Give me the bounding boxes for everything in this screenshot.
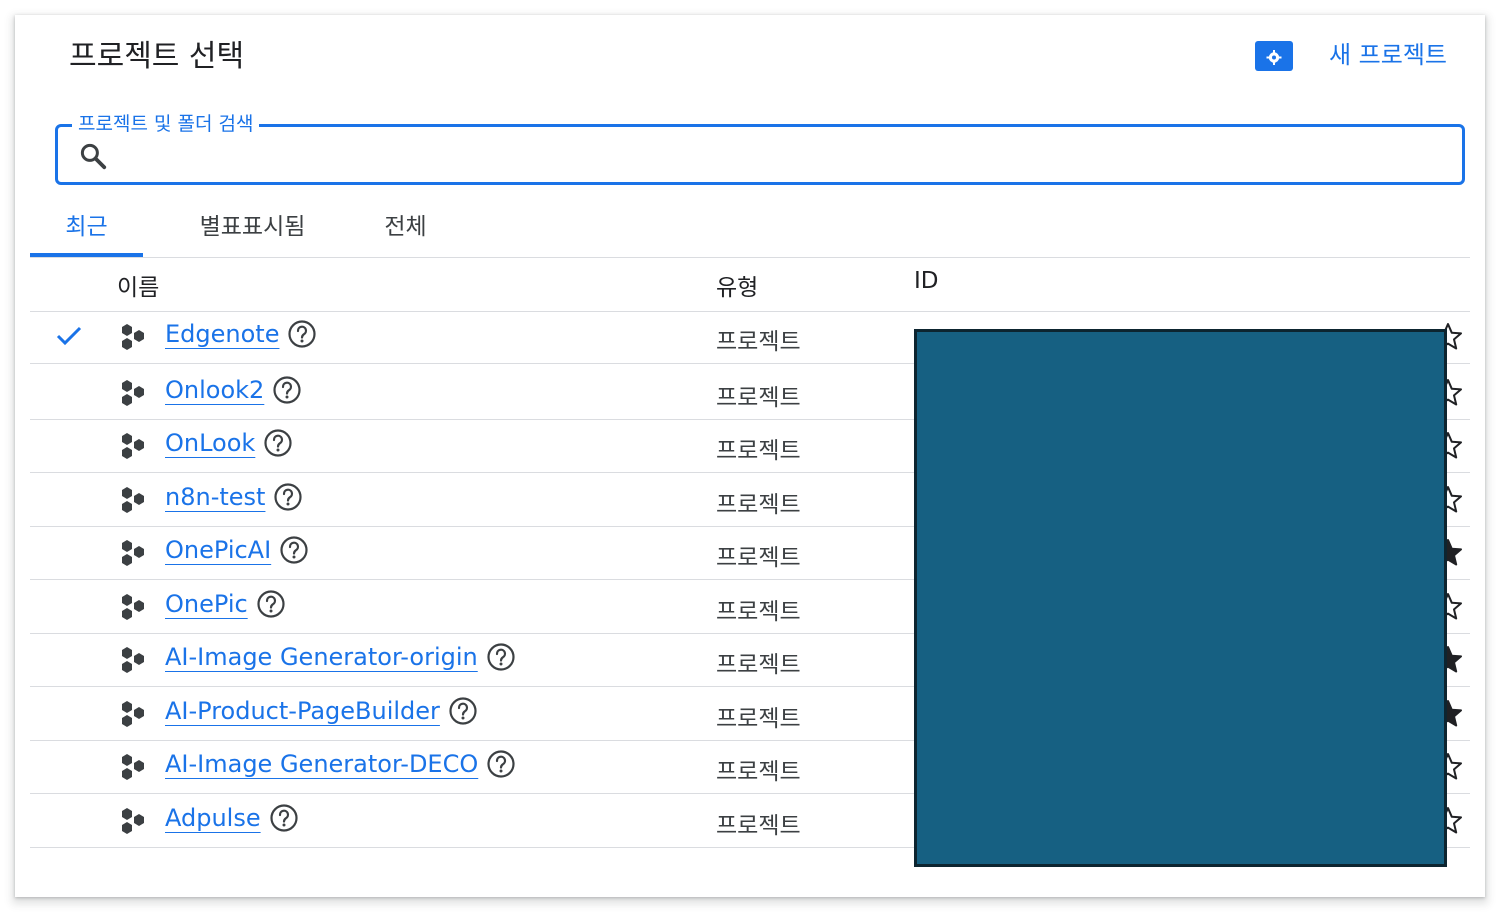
tab-bar: 최근 별표표시됨 전체	[30, 201, 1470, 258]
column-header-id: ID	[914, 268, 939, 294]
search-input[interactable]	[120, 135, 1444, 177]
folder-gear-icon	[1263, 48, 1285, 65]
redacted-id-column	[914, 329, 1447, 867]
project-hexagons-icon	[122, 808, 144, 834]
project-hexagons-icon	[122, 540, 144, 566]
project-name-link[interactable]: Adpulse	[165, 804, 261, 832]
project-name-link[interactable]: AI-Image Generator-DECO	[165, 750, 478, 778]
project-type: 프로젝트	[716, 759, 801, 785]
project-name-link[interactable]: AI-Product-PageBuilder	[165, 697, 440, 725]
project-name-cell: OnLook	[165, 428, 293, 458]
table-header: 이름 유형 ID	[30, 258, 1470, 312]
project-name-cell: AI-Image Generator-origin	[165, 642, 516, 672]
project-type: 프로젝트	[716, 329, 801, 355]
project-name-cell: OnePicAI	[165, 535, 309, 565]
new-project-button[interactable]: 새 프로젝트	[1329, 35, 1447, 70]
project-name-link[interactable]: OnePicAI	[165, 536, 271, 564]
project-type: 프로젝트	[716, 706, 801, 732]
dialog-title: 프로젝트 선택	[69, 39, 245, 74]
project-type: 프로젝트	[716, 545, 801, 571]
project-type: 프로젝트	[716, 652, 801, 678]
project-name-link[interactable]: AI-Image Generator-origin	[165, 643, 478, 671]
help-icon[interactable]	[256, 589, 286, 619]
help-icon[interactable]	[486, 749, 516, 779]
column-header-type: 유형	[716, 275, 759, 301]
project-hexagons-icon	[122, 647, 144, 673]
tab-label: 별표표시됨	[199, 214, 306, 240]
project-name-link[interactable]: n8n-test	[165, 483, 265, 511]
help-icon[interactable]	[269, 803, 299, 833]
help-icon[interactable]	[287, 319, 317, 349]
project-name-cell: OnePic	[165, 589, 286, 619]
project-type: 프로젝트	[716, 438, 801, 464]
search-field[interactable]: 프로젝트 및 폴더 검색	[55, 111, 1465, 185]
help-icon[interactable]	[279, 535, 309, 565]
tab-label: 최근	[65, 214, 108, 240]
project-name-link[interactable]: Onlook2	[165, 376, 264, 404]
project-name-cell: Edgenote	[165, 319, 317, 349]
project-name-cell: Adpulse	[165, 803, 299, 833]
project-type: 프로젝트	[716, 385, 801, 411]
tab-recent[interactable]: 최근	[30, 201, 143, 257]
project-hexagons-icon	[122, 380, 144, 406]
help-icon[interactable]	[272, 375, 302, 405]
project-name-link[interactable]: OnLook	[165, 429, 255, 457]
project-name-link[interactable]: Edgenote	[165, 320, 279, 348]
project-type: 프로젝트	[716, 599, 801, 625]
help-icon[interactable]	[273, 482, 303, 512]
project-name-cell: Onlook2	[165, 375, 302, 405]
check-icon	[56, 326, 82, 346]
project-type: 프로젝트	[716, 813, 801, 839]
project-name-cell: AI-Product-PageBuilder	[165, 696, 478, 726]
project-picker-dialog: 프로젝트 선택 새 프로젝트 프로젝트 및 폴더 검색 최근 별표표시됨 전체 …	[15, 15, 1485, 897]
project-hexagons-icon	[122, 594, 144, 620]
folder-settings-button[interactable]	[1255, 41, 1293, 71]
project-hexagons-icon	[122, 324, 144, 350]
search-icon	[80, 143, 107, 170]
project-name-cell: AI-Image Generator-DECO	[165, 749, 516, 779]
help-icon[interactable]	[486, 642, 516, 672]
project-name-cell: n8n-test	[165, 482, 303, 512]
project-name-link[interactable]: OnePic	[165, 590, 248, 618]
project-hexagons-icon	[122, 487, 144, 513]
help-icon[interactable]	[263, 428, 293, 458]
project-hexagons-icon	[122, 754, 144, 780]
tab-all[interactable]: 전체	[348, 201, 463, 257]
column-header-name: 이름	[117, 275, 160, 301]
project-hexagons-icon	[122, 701, 144, 727]
project-type: 프로젝트	[716, 492, 801, 518]
search-label: 프로젝트 및 폴더 검색	[72, 111, 260, 137]
help-icon[interactable]	[448, 696, 478, 726]
tab-label: 전체	[384, 214, 427, 240]
tab-starred[interactable]: 별표표시됨	[165, 201, 340, 257]
project-hexagons-icon	[122, 433, 144, 459]
